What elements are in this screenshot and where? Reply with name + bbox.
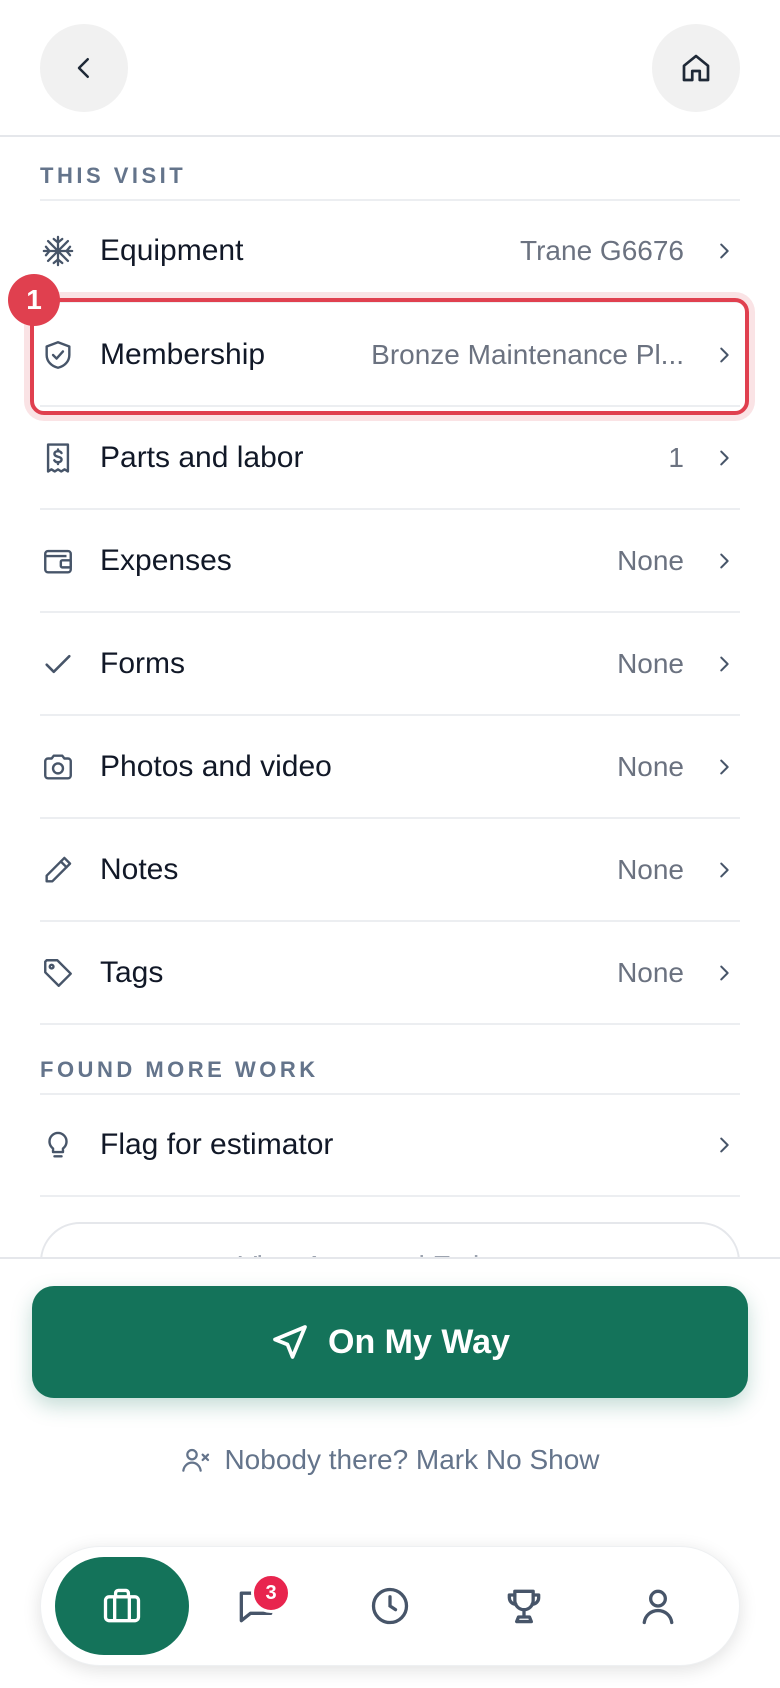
wallet-icon xyxy=(40,543,76,579)
chevron-right-icon xyxy=(712,446,736,470)
row-label: Notes xyxy=(100,853,179,886)
row-label: Forms xyxy=(100,647,185,680)
chevron-right-icon xyxy=(712,961,736,985)
clock-icon xyxy=(371,1587,409,1625)
tag-icon xyxy=(40,955,76,991)
row-tags[interactable]: Tags None xyxy=(40,923,740,1025)
row-value: Trane G6676 xyxy=(520,235,684,266)
chevron-right-icon xyxy=(712,239,736,263)
row-label: Flag for estimator xyxy=(100,1128,334,1161)
top-bar xyxy=(0,0,780,137)
row-value: None xyxy=(617,751,684,782)
mark-no-show-label: Nobody there? Mark No Show xyxy=(224,1444,600,1475)
row-value: None xyxy=(617,648,684,679)
tab-jobs[interactable] xyxy=(55,1557,189,1655)
navigation-arrow-icon xyxy=(273,1325,307,1359)
row-parts-and-labor[interactable]: Parts and labor 1 xyxy=(40,408,740,510)
tab-history[interactable] xyxy=(323,1557,457,1655)
tab-achievements[interactable] xyxy=(457,1557,591,1655)
row-photos-and-video[interactable]: Photos and video None xyxy=(40,717,740,819)
row-label: Parts and labor xyxy=(100,441,304,474)
messages-badge: 3 xyxy=(251,1573,291,1613)
chevron-right-icon xyxy=(712,549,736,573)
home-icon xyxy=(682,54,710,82)
chevron-left-icon xyxy=(77,58,89,78)
on-my-way-label: On My Way xyxy=(328,1322,510,1361)
row-label: Membership xyxy=(100,338,266,371)
annotation-step-badge: 1 xyxy=(8,274,60,326)
user-x-icon xyxy=(182,1448,210,1472)
row-value: Bronze Maintenance Pl... xyxy=(371,339,684,370)
pencil-icon xyxy=(40,852,76,888)
row-notes[interactable]: Notes None xyxy=(40,820,740,922)
row-value: 1 xyxy=(668,442,684,473)
camera-icon xyxy=(40,749,76,785)
tab-profile[interactable] xyxy=(591,1557,725,1655)
row-membership[interactable]: Membership Bronze Maintenance Pl... xyxy=(40,305,740,407)
chevron-right-icon xyxy=(712,1133,736,1157)
home-button[interactable] xyxy=(652,24,740,112)
check-icon xyxy=(40,646,76,682)
on-my-way-button[interactable]: On My Way xyxy=(32,1286,748,1398)
receipt-icon xyxy=(40,440,76,476)
trophy-icon xyxy=(507,1589,541,1624)
row-expenses[interactable]: Expenses None xyxy=(40,511,740,613)
shield-check-icon xyxy=(40,337,76,373)
lightbulb-icon xyxy=(40,1127,76,1163)
row-label: Equipment xyxy=(100,234,244,267)
chevron-right-icon xyxy=(712,858,736,882)
chevron-right-icon xyxy=(712,755,736,779)
back-button[interactable] xyxy=(40,24,128,112)
row-label: Photos and video xyxy=(100,750,332,783)
snowflake-icon xyxy=(40,233,76,269)
mark-no-show-link[interactable]: Nobody there? Mark No Show xyxy=(0,1444,780,1476)
user-icon xyxy=(642,1589,674,1625)
briefcase-icon xyxy=(103,1588,141,1623)
row-flag-for-estimator[interactable]: Flag for estimator xyxy=(40,1095,740,1197)
row-value: None xyxy=(617,957,684,988)
row-forms[interactable]: Forms None xyxy=(40,614,740,716)
section-label-this-visit: THIS VISIT xyxy=(40,163,187,188)
row-value: None xyxy=(617,854,684,885)
bottom-tab-bar: 3 xyxy=(40,1546,740,1666)
row-label: Tags xyxy=(100,956,164,989)
section-label-found-more-work: FOUND MORE WORK xyxy=(40,1057,319,1082)
row-equipment[interactable]: Equipment Trane G6676 xyxy=(40,201,740,303)
chevron-right-icon xyxy=(712,652,736,676)
chevron-right-icon xyxy=(712,343,736,367)
row-value: None xyxy=(617,545,684,576)
row-label: Expenses xyxy=(100,544,232,577)
